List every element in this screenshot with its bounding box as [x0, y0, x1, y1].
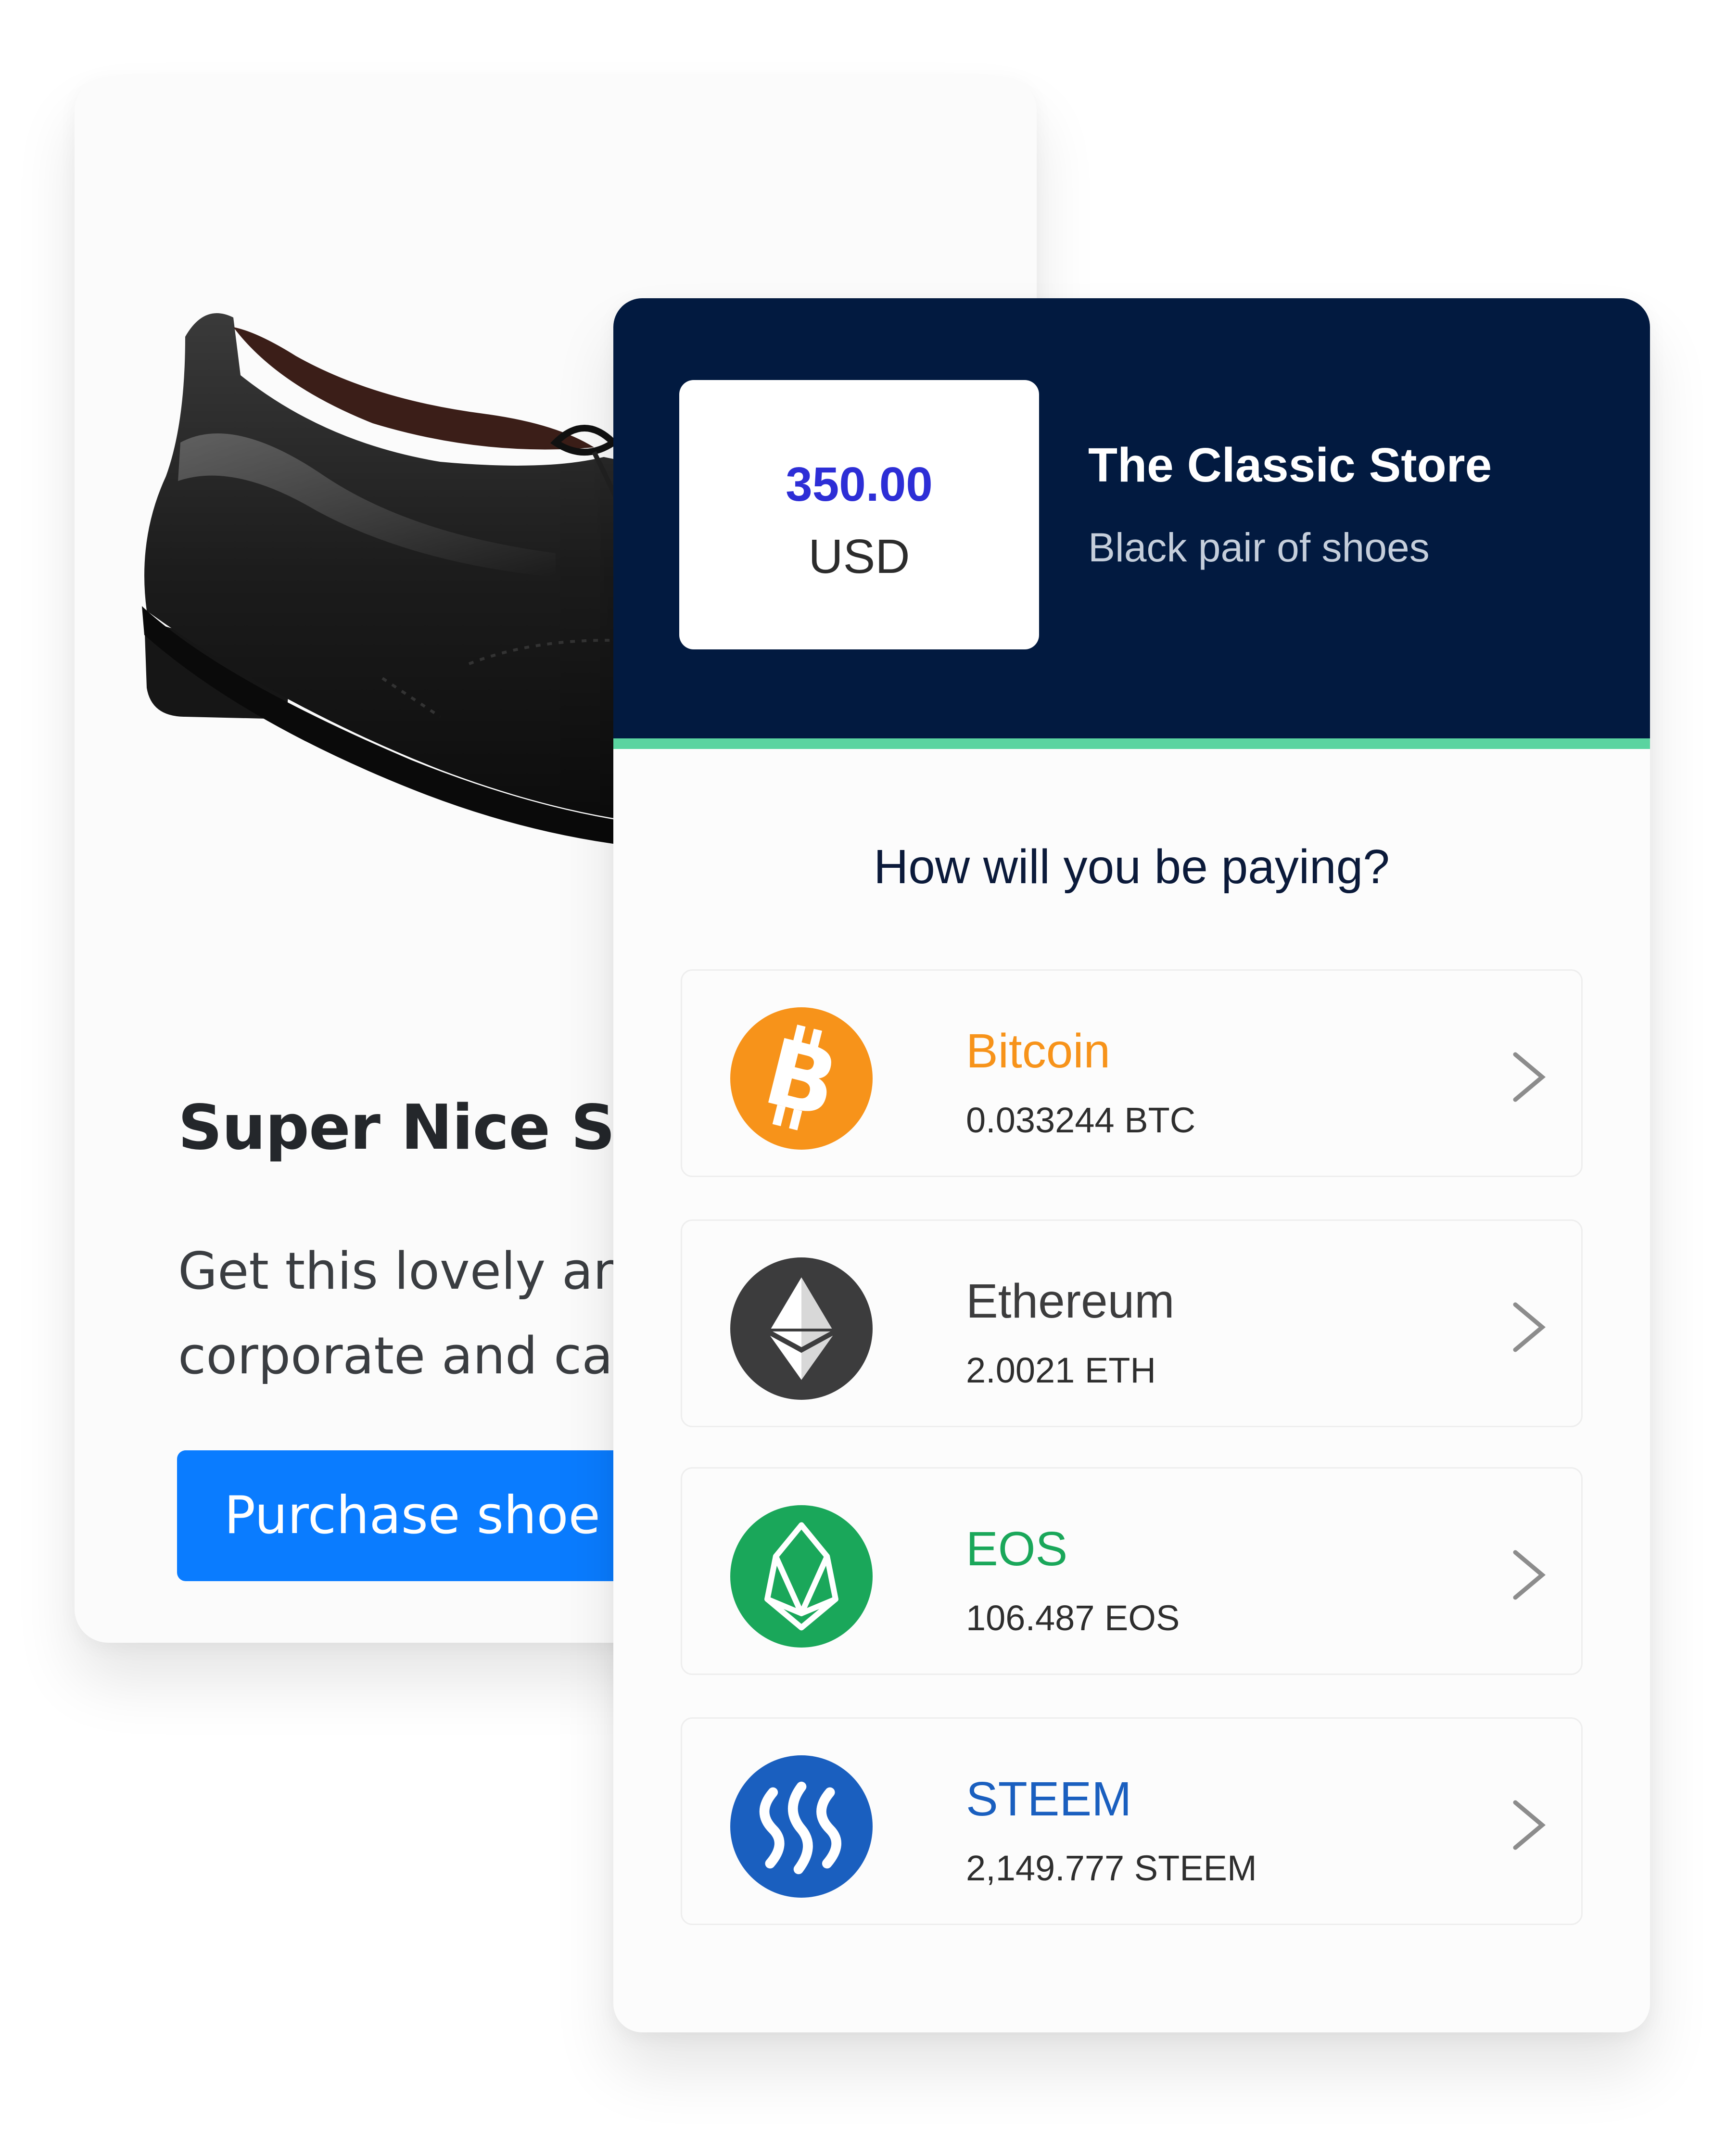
chevron-right-icon [1510, 1799, 1548, 1852]
price-amount: 350.00 [786, 457, 933, 511]
steem-icon [730, 1755, 873, 1898]
chevron-right-icon [1510, 1548, 1548, 1601]
payment-question: How will you be paying? [874, 840, 1390, 894]
method-name-steem: STEEM [966, 1772, 1132, 1826]
payment-method-steem[interactable]: STEEM 2,149.777 STEEM [681, 1717, 1583, 1925]
method-amount-bitcoin: 0.033244 BTC [966, 1100, 1196, 1140]
header-accent-bar [613, 738, 1650, 749]
chevron-right-icon [1510, 1051, 1548, 1103]
item-name: Black pair of shoes [1088, 525, 1430, 570]
stage: Super Nice Shoe Get this lovely and styl… [0, 0, 1726, 2156]
bitcoin-icon: B [730, 1007, 873, 1150]
method-name-ethereum: Ethereum [966, 1274, 1175, 1328]
store-name: The Classic Store [1088, 438, 1492, 492]
method-amount-steem: 2,149.777 STEEM [966, 1848, 1257, 1888]
payment-method-eos[interactable]: EOS 106.487 EOS [681, 1467, 1583, 1675]
checkout-card: 350.00 USD The Classic Store Black pair … [613, 298, 1650, 2032]
checkout-header: 350.00 USD The Classic Store Black pair … [613, 298, 1650, 738]
method-name-bitcoin: Bitcoin [966, 1024, 1111, 1078]
eos-icon [730, 1505, 873, 1648]
payment-method-ethereum[interactable]: Ethereum 2.0021 ETH [681, 1219, 1583, 1427]
ethereum-icon [730, 1257, 873, 1400]
price-currency: USD [808, 530, 910, 583]
price-box: 350.00 USD [679, 380, 1039, 649]
chevron-right-icon [1510, 1301, 1548, 1354]
method-amount-eos: 106.487 EOS [966, 1598, 1180, 1638]
payment-method-bitcoin[interactable]: B Bitcoin 0.033244 BTC [681, 969, 1583, 1177]
method-amount-ethereum: 2.0021 ETH [966, 1350, 1156, 1390]
method-name-eos: EOS [966, 1522, 1068, 1576]
